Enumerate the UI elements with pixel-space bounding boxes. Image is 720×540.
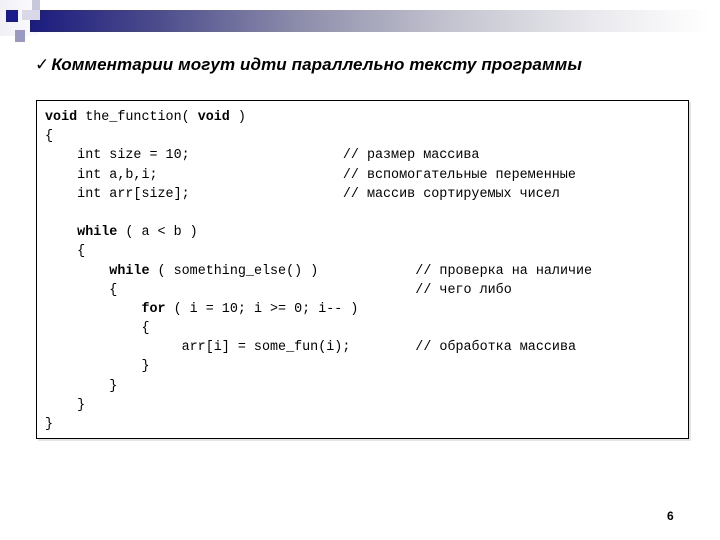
slide-title: ✓ Комментарии могут идти параллельно текс… xyxy=(35,55,582,75)
header-gradient-bar xyxy=(30,10,710,32)
code-text: ( i = 10; i >= 0; i-- ) xyxy=(165,301,359,317)
code-comment: // чего либо xyxy=(415,282,512,298)
code-text: { xyxy=(45,129,54,145)
code-comment: // обработка массива xyxy=(415,340,577,356)
check-mark-icon: ✓ xyxy=(35,55,50,74)
header-decoration-square xyxy=(15,30,25,42)
code-text: { xyxy=(77,244,86,260)
code-line: { // чего либо xyxy=(45,281,511,300)
code-text: } xyxy=(45,417,54,432)
page-number: 6 xyxy=(667,509,674,523)
code-line: for ( i = 10; i >= 0; i-- ) xyxy=(45,300,358,319)
code-block: void the_function( void ) { int size = 10… xyxy=(45,108,592,434)
code-line: int size = 10; // размер массива xyxy=(45,146,479,165)
code-line: arr[i] = some_fun(i); // обработка массив… xyxy=(45,338,576,357)
header-square-icon xyxy=(6,10,18,22)
code-text: ) xyxy=(229,110,246,125)
code-line: } xyxy=(45,357,358,376)
code-line: void the_function( void ) xyxy=(45,108,358,127)
code-keyword: void xyxy=(45,110,78,125)
code-text: ( something_else() ) xyxy=(149,263,319,279)
code-line: int a,b,i; // вспомогательные переменные xyxy=(45,166,576,185)
code-comment: // размер массива xyxy=(342,148,480,164)
code-keyword: void xyxy=(197,110,230,125)
code-comment: // массив сортируемых чисел xyxy=(342,186,560,202)
code-text: arr[i] = some_fun(i); xyxy=(181,340,351,356)
header-decoration-square xyxy=(22,10,40,20)
code-line: while ( something_else() ) // проверка на… xyxy=(45,262,592,281)
code-comment: // вспомогательные переменные xyxy=(342,167,576,183)
code-line: } xyxy=(45,377,358,396)
code-line: { xyxy=(45,242,358,261)
code-line: } xyxy=(45,415,358,434)
code-text: ( a < b ) xyxy=(117,225,198,241)
code-keyword: while xyxy=(109,263,150,279)
code-line: while ( a < b ) xyxy=(45,223,358,242)
code-text: { xyxy=(109,282,118,298)
code-text: int a,b,i; xyxy=(77,167,158,183)
code-text: int size = 10; xyxy=(77,148,190,164)
code-line: { xyxy=(45,319,358,338)
code-keyword: while xyxy=(77,225,118,241)
code-text: the_function( xyxy=(77,110,198,125)
code-text: } xyxy=(141,359,150,375)
code-text: { xyxy=(141,321,150,337)
code-line: } xyxy=(45,396,358,415)
code-text: } xyxy=(77,397,86,413)
code-keyword: for xyxy=(141,301,166,317)
code-comment: // проверка на наличие xyxy=(415,263,593,279)
code-text: int arr[size]; xyxy=(77,186,190,202)
code-line: int arr[size]; // массив сортируемых чисе… xyxy=(45,185,560,204)
code-listing: void the_function( void ) { int size = 10… xyxy=(36,100,689,439)
code-text: } xyxy=(109,378,118,394)
slide-title-text: Комментарии могут идти параллельно текст… xyxy=(51,55,582,74)
code-line: { xyxy=(45,127,358,146)
